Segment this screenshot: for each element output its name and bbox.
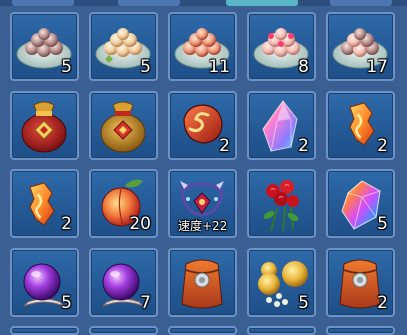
inventory-slot[interactable]: 7: [89, 248, 158, 317]
inventory-slot[interactable]: 5: [10, 12, 79, 81]
item-count: 5: [140, 57, 151, 77]
inventory-slot[interactable]: 5: [247, 248, 316, 317]
orange-pouch-icon: [181, 259, 223, 309]
red-rose-bouquet-icon: [263, 180, 299, 232]
inventory-slot[interactable]: 17: [326, 12, 395, 81]
item-count: 2: [61, 214, 72, 234]
item-count: 5: [298, 293, 309, 313]
tab-edge: [118, 0, 180, 6]
inventory-slot[interactable]: 5: [89, 12, 158, 81]
inventory-slot[interactable]: [326, 326, 395, 335]
item-count: 11: [208, 57, 230, 77]
item-count: 17: [366, 57, 388, 77]
item-count: 2: [219, 136, 230, 156]
inventory-slot[interactable]: 20: [89, 169, 158, 238]
inventory-slot[interactable]: 5: [326, 169, 395, 238]
inventory-slot[interactable]: 11: [168, 12, 237, 81]
inventory-slot[interactable]: 2: [10, 169, 79, 238]
item-count: 2: [377, 293, 388, 313]
inventory-slot[interactable]: 2: [326, 248, 395, 317]
item-count: 5: [61, 293, 72, 313]
item-count: 5: [377, 214, 388, 234]
red-lucky-bag-icon: [21, 101, 67, 153]
top-tab-strip: [0, 0, 407, 6]
item-count: 2: [377, 136, 388, 156]
inventory-slot[interactable]: [10, 91, 79, 160]
inventory-slot[interactable]: [10, 326, 79, 335]
item-count: 20: [129, 214, 151, 234]
inventory-slot[interactable]: 2: [168, 91, 237, 160]
inventory-slot[interactable]: [168, 326, 237, 335]
inventory-slot[interactable]: 2: [326, 91, 395, 160]
tab-edge-active: [226, 0, 298, 6]
inventory-slot[interactable]: 8: [247, 12, 316, 81]
inventory-slot[interactable]: [89, 326, 158, 335]
tab-edge: [330, 0, 392, 6]
item-count: 8: [298, 57, 309, 77]
inventory-slot[interactable]: 速度+22: [168, 169, 237, 238]
item-count: 2: [298, 136, 309, 156]
inventory-slot[interactable]: 5: [10, 248, 79, 317]
inventory-slot[interactable]: [247, 169, 316, 238]
tab-edge: [12, 0, 74, 6]
item-count: 7: [140, 293, 151, 313]
item-count: 5: [61, 57, 72, 77]
gold-lucky-bag-icon: [100, 101, 146, 153]
item-stat-text: 速度+22: [178, 219, 228, 233]
inventory-slot[interactable]: [247, 326, 316, 335]
inventory-slot[interactable]: [89, 91, 158, 160]
inventory-slot[interactable]: [168, 248, 237, 317]
inventory-slot[interactable]: 2: [247, 91, 316, 160]
